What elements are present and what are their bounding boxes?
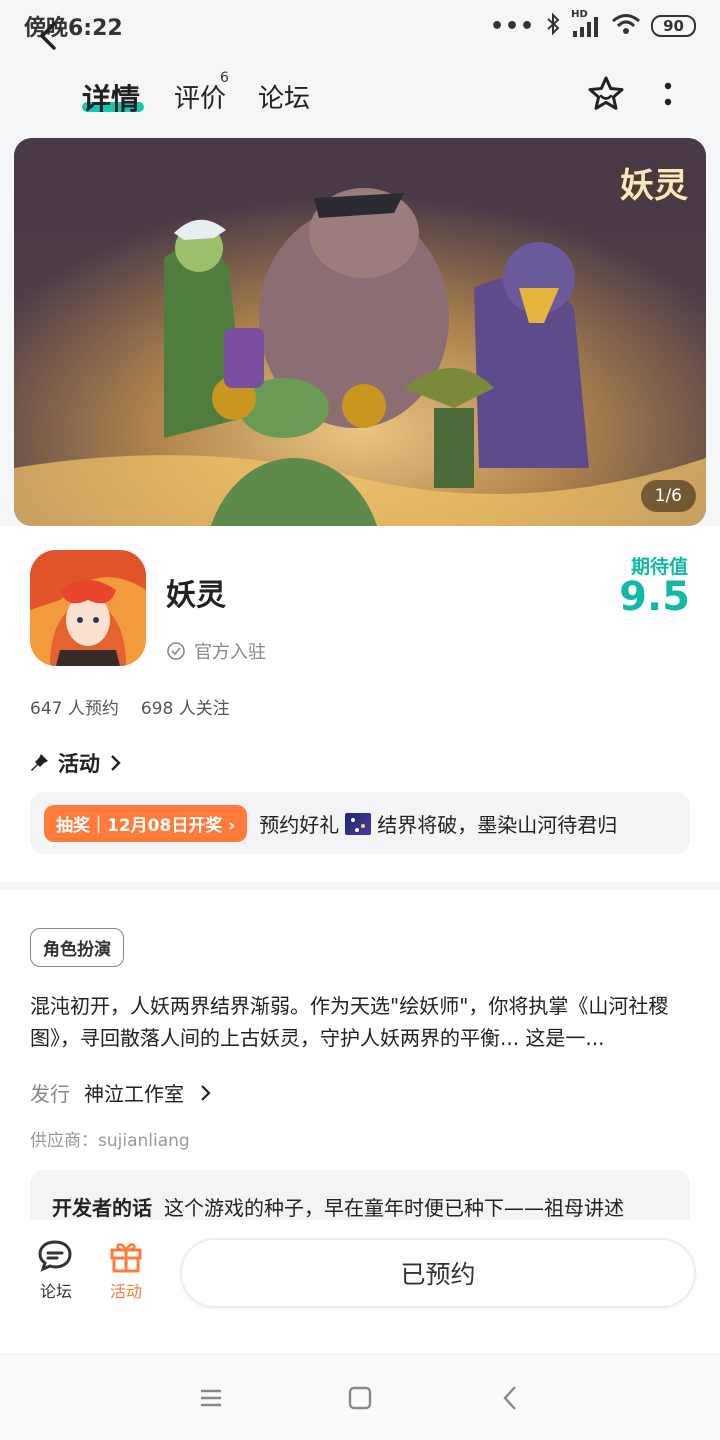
menu-icon bbox=[201, 1389, 221, 1407]
follower-count: 698 人关注 bbox=[140, 699, 230, 719]
tab-forum[interactable]: 论坛 bbox=[258, 78, 310, 115]
official-badge: 官方入驻 bbox=[166, 638, 266, 664]
bottom-action-bar: 论坛 活动 已预约 bbox=[0, 1220, 720, 1354]
wifi-icon bbox=[611, 13, 641, 39]
favorite-button[interactable] bbox=[586, 74, 626, 114]
expectation-score: 9.5 bbox=[619, 574, 690, 620]
system-menu-button[interactable] bbox=[196, 1383, 226, 1413]
more-vertical-icon bbox=[664, 82, 672, 106]
gift-icon bbox=[110, 1243, 142, 1273]
supplier-info: 供应商：sujianliang bbox=[30, 1131, 190, 1151]
check-circle-icon bbox=[167, 642, 185, 660]
chevron-right-icon bbox=[111, 755, 121, 771]
signal-hd-label: HD bbox=[571, 9, 588, 20]
official-label: 官方入驻 bbox=[194, 642, 266, 663]
banner-page-counter: 1/6 bbox=[640, 480, 696, 512]
status-bar: 傍晚6:22 ••• HD 90 bbox=[0, 0, 720, 52]
genre-tag[interactable]: 角色扮演 bbox=[30, 928, 124, 967]
developer-note[interactable]: 开发者的话 这个游戏的种子，早在童年时便已种下——祖母讲述 bbox=[30, 1170, 690, 1220]
reserved-button[interactable]: 已预约 bbox=[180, 1238, 696, 1308]
developer-note-label: 开发者的话 bbox=[52, 1196, 152, 1220]
publisher-name: 神泣工作室 bbox=[84, 1082, 184, 1106]
back-button[interactable] bbox=[34, 18, 62, 54]
pin-icon bbox=[31, 754, 48, 771]
activity-section-header[interactable]: 活动 bbox=[30, 748, 122, 778]
chevron-left-icon bbox=[503, 1386, 516, 1410]
activity-text-end: 结界将破，墨染山河待君归 bbox=[377, 812, 618, 837]
lottery-badge[interactable]: 抽奖｜12月08日开奖 › bbox=[44, 804, 248, 842]
more-options-button[interactable] bbox=[656, 78, 680, 114]
activity-item[interactable]: 抽奖｜12月08日开奖 › 预约好礼 结界将破，墨染山河待君归 bbox=[30, 792, 690, 854]
game-details-section: 角色扮演 混沌初开，人妖两界结界渐弱。作为天选"绘妖师"，你将执掌《山河社稷图》… bbox=[0, 890, 720, 1220]
activity-label: 活动 bbox=[109, 1282, 142, 1301]
game-description[interactable]: 混沌初开，人妖两界结界渐弱。作为天选"绘妖师"，你将执掌《山河社稷图》，寻回散落… bbox=[30, 990, 694, 1054]
publisher-label: 发行 bbox=[30, 1082, 70, 1106]
developer-note-text: 这个游戏的种子，早在童年时便已种下——祖母讲述 bbox=[164, 1196, 624, 1220]
system-home-button[interactable] bbox=[345, 1383, 375, 1413]
lottery-badge-label: 抽奖｜12月08日开奖 bbox=[56, 815, 223, 836]
chevron-left-icon bbox=[40, 22, 56, 50]
tab-reviews[interactable]: 评价 bbox=[174, 78, 226, 115]
star-outline-icon bbox=[588, 76, 624, 110]
activity-button[interactable]: 活动 bbox=[96, 1238, 156, 1302]
activity-description: 预约好礼 结界将破，墨染山河待君归 bbox=[259, 809, 617, 838]
game-app-icon bbox=[30, 550, 146, 666]
banner-artwork bbox=[14, 138, 706, 526]
system-navigation-bar bbox=[0, 1354, 720, 1440]
chevron-right-icon bbox=[201, 1084, 211, 1101]
battery-indicator: 90 bbox=[651, 15, 696, 37]
forum-label: 论坛 bbox=[39, 1282, 72, 1301]
game-stats: 647 人预约 698 人关注 bbox=[30, 694, 230, 719]
night-sky-emoji-icon bbox=[345, 812, 372, 835]
publisher-row[interactable]: 发行 神泣工作室 bbox=[30, 1078, 212, 1107]
system-back-button[interactable] bbox=[496, 1383, 526, 1413]
reservation-count: 647 人预约 bbox=[30, 699, 119, 719]
activity-text-start: 预约好礼 bbox=[259, 812, 340, 837]
game-info-card: 妖灵 官方入驻 期待值 9.5 647 人预约 698 人关注 活动 抽奖｜12… bbox=[0, 526, 720, 882]
game-title: 妖灵 bbox=[166, 578, 226, 613]
activity-section-title: 活动 bbox=[58, 752, 100, 776]
reviews-count-badge: 6 bbox=[220, 70, 229, 86]
chat-bubble-icon bbox=[38, 1240, 72, 1272]
banner-carousel[interactable]: 妖灵 1/6 bbox=[14, 138, 706, 526]
square-icon bbox=[348, 1386, 372, 1410]
forum-button[interactable]: 论坛 bbox=[26, 1238, 86, 1302]
more-notifications-icon: ••• bbox=[489, 13, 536, 39]
status-icons: ••• HD 90 bbox=[489, 9, 696, 39]
tab-details[interactable]: 详情 bbox=[82, 76, 140, 118]
banner-game-logo: 妖灵 bbox=[620, 166, 688, 206]
signal-icon: HD bbox=[571, 9, 601, 37]
bluetooth-icon bbox=[545, 12, 561, 39]
reserved-button-label: 已预约 bbox=[400, 1260, 476, 1289]
